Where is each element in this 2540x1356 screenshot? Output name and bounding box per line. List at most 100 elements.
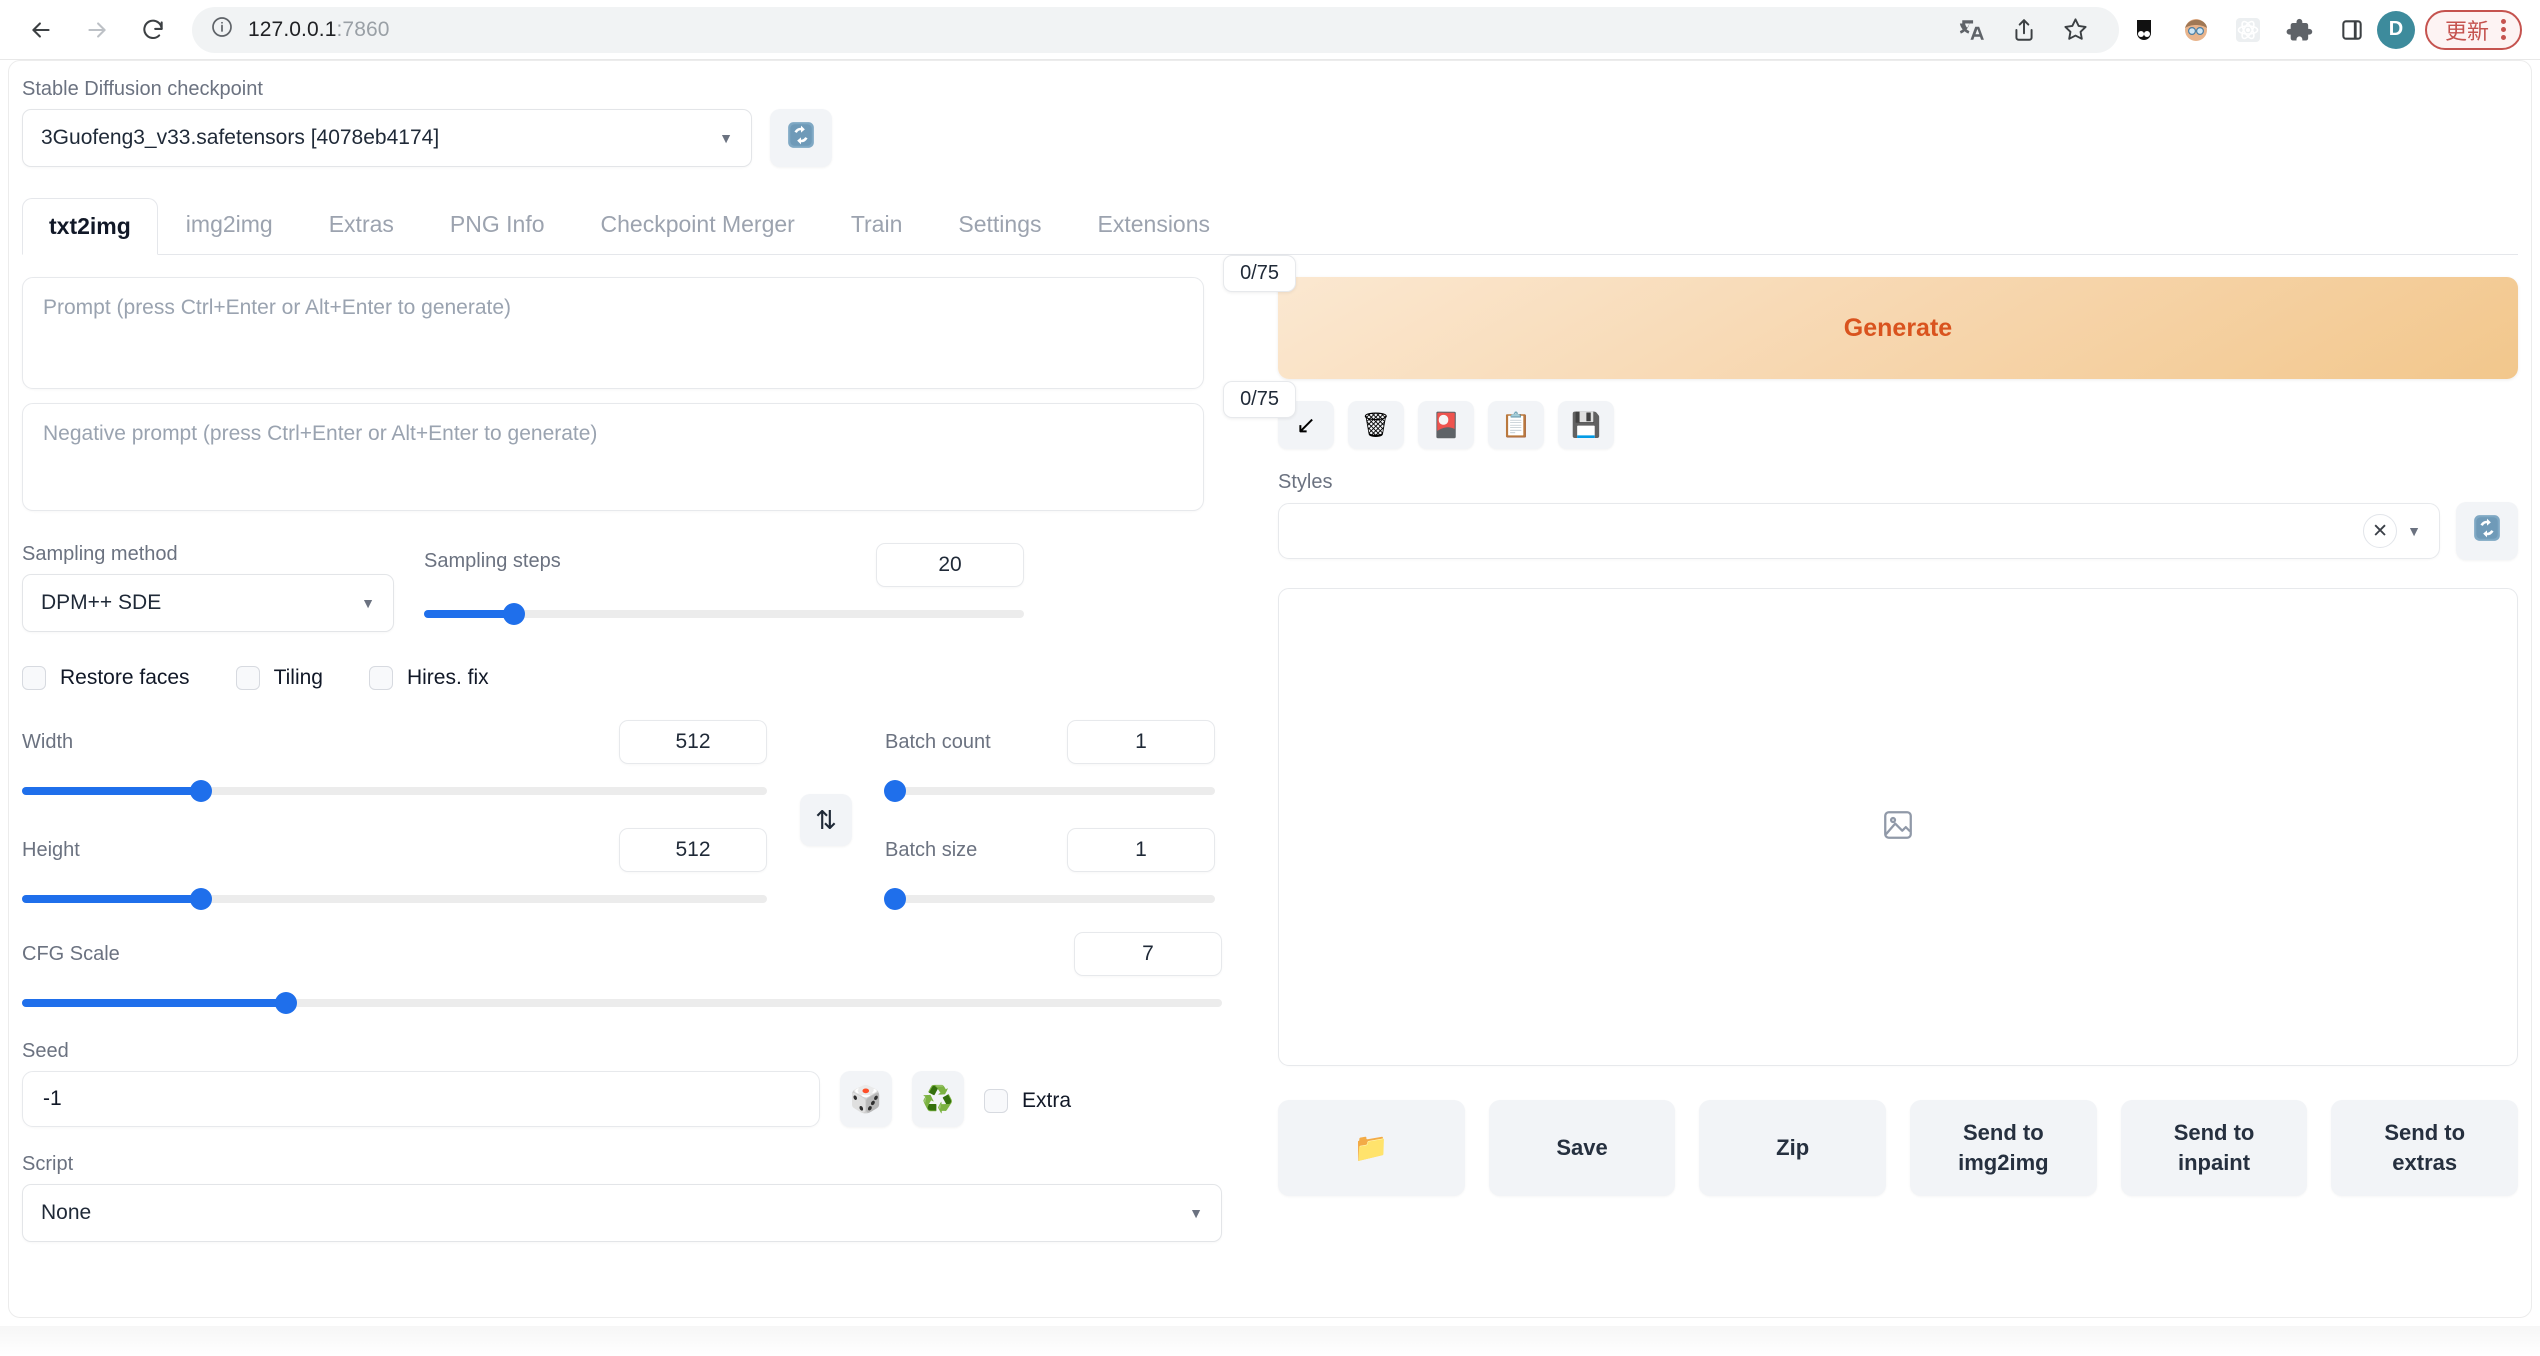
swap-dimensions-button[interactable]: ⇅	[800, 794, 852, 846]
result-gallery[interactable]	[1278, 588, 2518, 1066]
show-extra-networks-button[interactable]: 🎴	[1418, 401, 1474, 449]
send-to-img2img-button[interactable]: Send to img2img	[1910, 1100, 2097, 1196]
swap-column: ⇅	[767, 720, 885, 846]
kebab-menu-icon[interactable]	[2501, 19, 2506, 40]
batch-column: Batch count 1 Batch size 1	[883, 720, 1215, 936]
save-button[interactable]: Save	[1488, 1100, 1676, 1196]
prompt-wrap: Prompt (press Ctrl+Enter or Alt+Enter to…	[22, 255, 1296, 389]
width-input[interactable]: 512	[619, 720, 767, 764]
address-bar[interactable]: 127.0.0.1:7860	[192, 6, 2119, 53]
forward-arrow-icon[interactable]	[74, 7, 120, 53]
sampling-method-select[interactable]: DPM++ SDE ▼	[22, 574, 394, 632]
cfg-scale-input[interactable]: 7	[1074, 932, 1222, 976]
side-panel-icon[interactable]	[2337, 15, 2367, 45]
slider-thumb[interactable]	[883, 888, 906, 910]
slider-thumb[interactable]	[189, 780, 212, 802]
extra-seed-checkbox[interactable]: Extra	[984, 1089, 1071, 1113]
zip-button-label: Zip	[1776, 1135, 1810, 1161]
translate-icon[interactable]	[1957, 15, 1987, 45]
hires-fix-checkbox[interactable]: Hires. fix	[368, 666, 489, 690]
back-arrow-icon[interactable]	[18, 7, 64, 53]
main-tabs: txt2img img2img Extras PNG Info Checkpoi…	[22, 195, 2518, 255]
info-circle-icon[interactable]	[210, 15, 234, 44]
tiling-checkbox[interactable]: Tiling	[235, 666, 323, 690]
restore-faces-checkbox[interactable]: Restore faces	[22, 666, 190, 690]
prompt-input[interactable]: Prompt (press Ctrl+Enter or Alt+Enter to…	[22, 277, 1204, 389]
update-button[interactable]: 更新	[2424, 9, 2522, 50]
send-to-extras-button[interactable]: Send to extras	[2331, 1100, 2519, 1196]
checkbox-label: Restore faces	[60, 666, 190, 689]
checkpoint-value: 3Guofeng3_v33.safetensors [4078eb4174]	[41, 126, 440, 149]
checkbox-box[interactable]	[235, 666, 260, 690]
slider-thumb[interactable]	[189, 888, 212, 910]
apply-style-button[interactable]: 📋	[1488, 401, 1544, 449]
tab-settings[interactable]: Settings	[930, 195, 1069, 254]
dimensions-column: Width 512 Height 512	[22, 720, 767, 936]
reuse-seed-button[interactable]: ♻️	[912, 1071, 964, 1127]
sampling-steps-label: Sampling steps	[424, 549, 561, 572]
height-slider[interactable]	[22, 888, 767, 910]
generate-button[interactable]: Generate	[1278, 277, 2518, 379]
browser-extensions	[2129, 15, 2367, 45]
checkpoint-select[interactable]: 3Guofeng3_v33.safetensors [4078eb4174] ▼	[22, 109, 752, 167]
batch-count-slider[interactable]	[883, 780, 1215, 802]
reload-icon[interactable]	[130, 7, 176, 53]
save-button-label: Save	[1556, 1135, 1608, 1161]
random-seed-button[interactable]: 🎲	[840, 1071, 892, 1127]
extension-avatar-icon[interactable]	[2181, 15, 2211, 45]
generate-button-label: Generate	[1843, 313, 1953, 342]
checkpoint-field: Stable Diffusion checkpoint 3Guofeng3_v3…	[22, 78, 752, 167]
send-to-extras-label: Send to extras	[2384, 1120, 2466, 1175]
react-devtools-icon[interactable]	[2233, 15, 2263, 45]
slider-fill	[22, 999, 286, 1007]
width-slider[interactable]	[22, 780, 767, 802]
tab-label: PNG Info	[449, 211, 545, 237]
checkbox-box[interactable]	[984, 1089, 1008, 1113]
tab-extras[interactable]: Extras	[301, 195, 422, 254]
slider-thumb[interactable]	[275, 992, 297, 1014]
checkbox-box[interactable]	[368, 666, 393, 690]
styles-field: Styles ✕ ▼	[1278, 471, 2518, 560]
bookmark-star-icon[interactable]	[2061, 15, 2091, 45]
dimensions-row: Width 512 Height 512 ⇅ Batch count 1 Bat…	[22, 720, 1252, 936]
batch-size-slider[interactable]	[883, 888, 1215, 910]
negative-prompt-input[interactable]: Negative prompt (press Ctrl+Enter or Alt…	[22, 403, 1204, 511]
tab-txt2img[interactable]: txt2img	[22, 198, 158, 255]
extensions-puzzle-icon[interactable]	[2285, 15, 2315, 45]
clear-prompt-button[interactable]: 🗑	[1348, 401, 1404, 449]
script-select[interactable]: None ▼	[22, 1184, 1222, 1242]
sampling-steps-input[interactable]: 20	[876, 543, 1024, 587]
width-field: Width 512	[22, 720, 767, 802]
extension-dark-icon[interactable]	[2129, 15, 2159, 45]
clear-styles-icon[interactable]: ✕	[2363, 514, 2398, 548]
share-icon[interactable]	[2009, 15, 2039, 45]
refresh-checkpoints-button[interactable]	[770, 109, 832, 167]
refresh-styles-button[interactable]	[2456, 502, 2518, 560]
cfg-scale-slider[interactable]	[22, 992, 1222, 1014]
avatar[interactable]: D	[2376, 10, 2415, 49]
zip-button[interactable]: Zip	[1699, 1100, 1887, 1196]
tab-png-info[interactable]: PNG Info	[422, 195, 573, 254]
batch-count-label: Batch count	[885, 730, 991, 753]
tab-label: txt2img	[49, 213, 131, 239]
slider-thumb[interactable]	[503, 603, 525, 625]
styles-select[interactable]: ✕ ▼	[1278, 503, 2440, 559]
batch-count-input[interactable]: 1	[1067, 720, 1215, 764]
checkbox-box[interactable]	[22, 666, 46, 690]
seed-input[interactable]: -1	[22, 1071, 820, 1127]
save-style-button[interactable]: 💾	[1558, 401, 1614, 449]
slider-thumb[interactable]	[883, 780, 906, 802]
generation-settings: Sampling method DPM++ SDE ▼ Sampling ste…	[22, 543, 1252, 1242]
tab-extensions[interactable]: Extensions	[1070, 195, 1239, 254]
batch-size-input[interactable]: 1	[1067, 828, 1215, 872]
send-to-inpaint-button[interactable]: Send to inpaint	[2120, 1100, 2308, 1196]
tab-checkpoint-merger[interactable]: Checkpoint Merger	[573, 195, 823, 254]
sampling-steps-slider[interactable]	[424, 603, 1024, 625]
chevron-down-icon: ▼	[361, 595, 375, 611]
height-input[interactable]: 512	[619, 828, 767, 872]
script-field: Script None ▼	[22, 1153, 1252, 1242]
tab-img2img[interactable]: img2img	[158, 195, 301, 254]
tab-train[interactable]: Train	[823, 195, 931, 254]
sampling-method-value: DPM++ SDE	[41, 591, 162, 614]
open-folder-button[interactable]: 📁	[1278, 1100, 1465, 1196]
